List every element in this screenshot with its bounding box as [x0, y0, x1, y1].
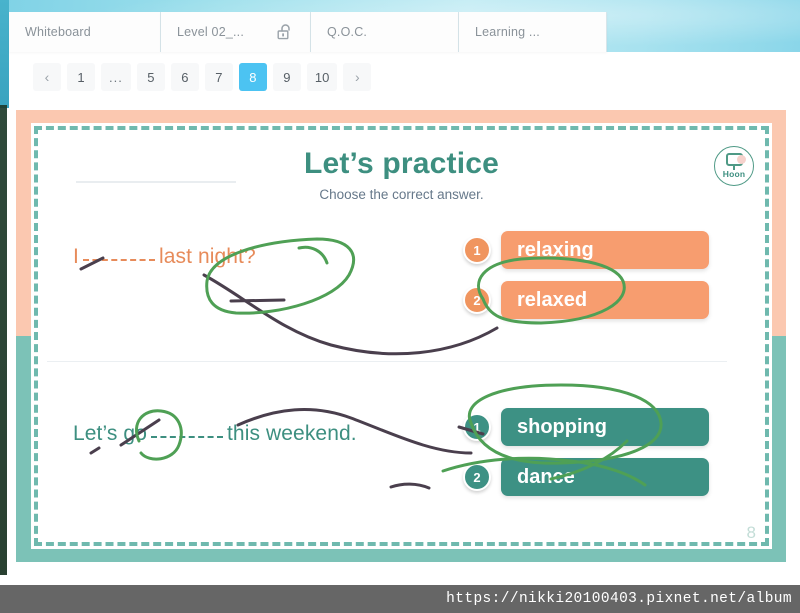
tab-label: Level 02_... — [177, 25, 245, 39]
tab-qoc[interactable]: Q.O.C. — [311, 12, 459, 52]
tab-level-02[interactable]: Level 02_... — [161, 12, 311, 52]
slide-content: Let’s practice Choose the correct answer… — [31, 123, 772, 549]
window-bottom-gap — [0, 559, 800, 585]
page-button-8-active[interactable]: 8 — [238, 63, 267, 91]
question-1-prefix: I — [73, 245, 79, 268]
logo-text: Hoon — [722, 169, 746, 179]
question-1-answers: 1 relaxing 2 relaxed — [463, 231, 709, 331]
question-1-text: Ilast night? — [73, 245, 256, 269]
watermark-url: https://nikki20100403.pixnet.net/album — [446, 591, 792, 607]
question-2-text: Let’s go this weekend. — [73, 422, 357, 446]
tab-label: Q.O.C. — [327, 25, 368, 39]
answer-option[interactable]: 1 shopping — [463, 408, 709, 446]
pagination: ‹ 1 ... 5 6 7 8 9 10 › — [33, 63, 372, 91]
pagination-prev-button[interactable]: ‹ — [33, 63, 61, 91]
tab-learning[interactable]: Learning ... — [459, 12, 607, 52]
question-1-suffix: last night? — [158, 245, 256, 268]
page-button-10[interactable]: 10 — [306, 63, 338, 91]
answer-option[interactable]: 2 relaxed — [463, 281, 709, 319]
app-window: Whiteboard Level 02_... Q.O.C. Learning … — [0, 0, 800, 613]
answer-number-badge: 2 — [463, 286, 491, 314]
question-2-suffix: this weekend. — [226, 422, 357, 445]
tab-label: Learning ... — [475, 25, 540, 39]
answer-number-badge: 2 — [463, 463, 491, 491]
answer-number-badge: 1 — [463, 236, 491, 264]
tab-bar: Whiteboard Level 02_... Q.O.C. Learning … — [9, 12, 607, 52]
answer-label[interactable]: relaxing — [501, 231, 709, 269]
pagination-next-button[interactable]: › — [343, 63, 372, 91]
watermark-bar: https://nikki20100403.pixnet.net/album — [0, 585, 800, 613]
question-2-prefix: Let’s go — [73, 422, 147, 445]
page-button-9[interactable]: 9 — [272, 63, 301, 91]
pagination-bar: ‹ 1 ... 5 6 7 8 9 10 › — [9, 52, 800, 108]
title-rule — [76, 181, 236, 183]
slide-page-number: 8 — [746, 523, 756, 542]
answer-label[interactable]: shopping — [501, 408, 709, 446]
page-button-6[interactable]: 6 — [170, 63, 199, 91]
logo-dot-icon — [737, 155, 746, 164]
answer-number-badge: 1 — [463, 413, 491, 441]
page-button-1[interactable]: 1 — [67, 63, 95, 91]
page-button-5[interactable]: 5 — [136, 63, 165, 91]
answer-label[interactable]: relaxed — [501, 281, 709, 319]
answer-option[interactable]: 2 dance — [463, 458, 709, 496]
page-title: Let’s practice — [303, 147, 500, 180]
unlock-icon[interactable] — [265, 23, 294, 42]
answer-option[interactable]: 1 relaxing — [463, 231, 709, 269]
question-1-blank[interactable] — [82, 245, 155, 261]
page-button-7[interactable]: 7 — [204, 63, 233, 91]
section-divider — [47, 361, 727, 362]
left-edge-strip-top — [0, 0, 9, 108]
question-2-blank[interactable] — [150, 422, 223, 438]
tab-label: Whiteboard — [25, 25, 91, 39]
page-subtitle: Choose the correct answer. — [319, 187, 484, 202]
hoon-logo: Hoon — [714, 146, 754, 186]
page-ellipsis: ... — [101, 63, 131, 91]
question-2-answers: 1 shopping 2 dance — [463, 408, 709, 508]
tab-whiteboard[interactable]: Whiteboard — [9, 12, 161, 52]
answer-label[interactable]: dance — [501, 458, 709, 496]
left-edge-strip-bottom — [0, 105, 7, 575]
slide-canvas[interactable]: Let’s practice Choose the correct answer… — [16, 110, 786, 562]
